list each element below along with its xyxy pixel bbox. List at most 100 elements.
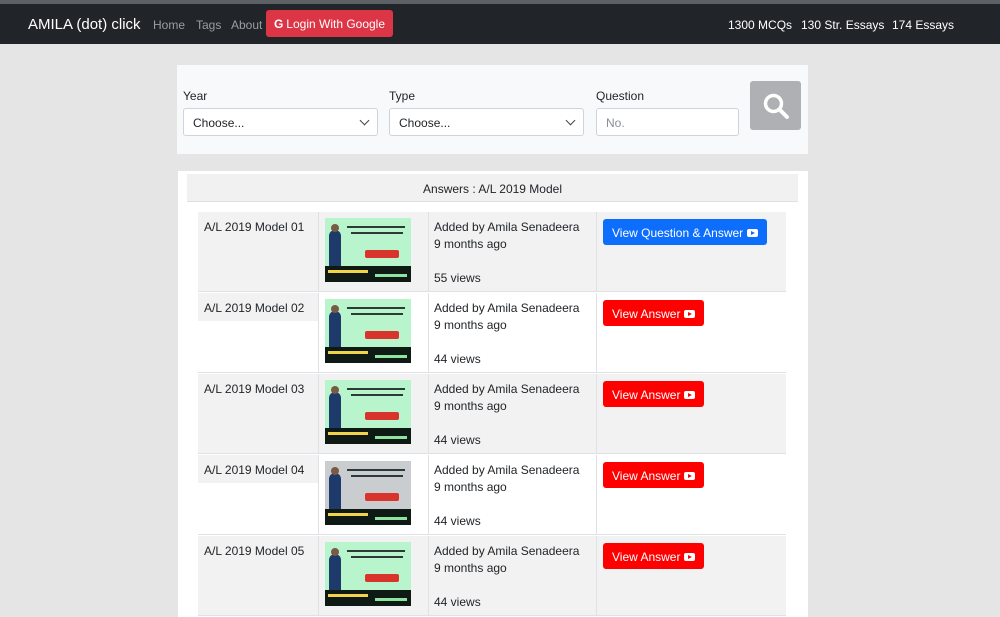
row-title-cell: A/L 2019 Model 04 [198,455,319,534]
added-by: Added by Amila Senadeera [434,220,580,234]
added-by: Added by Amila Senadeera [434,544,580,558]
thumbnail-caption [328,513,368,516]
thumbnail-text-line [351,394,403,396]
table-row: A/L 2019 Model 01 Added by Amila Senadeer… [198,212,786,292]
presenter-head [331,224,339,232]
thumbnail-text-line [347,388,405,390]
video-thumbnail[interactable] [325,542,411,606]
thumbnail-highlight [365,250,399,258]
added-by: Added by Amila Senadeera [434,301,580,315]
column-divider [428,374,429,453]
thumbnail-text-line [351,232,403,234]
row-title-cell: A/L 2019 Model 05 [198,536,319,615]
view-answer-button[interactable]: View Question & Answer [603,219,768,245]
question-number-input[interactable]: No. [596,108,739,136]
view-count: 44 views [434,433,481,447]
view-answer-label: View Question & Answer [612,226,744,240]
thumbnail-highlight [365,574,399,582]
video-thumbnail[interactable] [325,461,411,525]
thumbnail-highlight [365,412,399,420]
thumbnail-text-line [351,556,403,558]
thumbnail-caption [375,274,407,277]
chevron-down-icon [565,115,576,126]
video-thumbnail[interactable] [325,218,411,282]
thumbnail-text-line [347,469,405,471]
posted-age: 9 months ago [434,399,507,413]
youtube-icon [684,391,696,399]
column-divider [428,455,429,534]
row-title-cell: A/L 2019 Model 02 [198,293,319,372]
search-button[interactable] [750,81,801,130]
column-divider [596,293,597,372]
column-divider [318,293,319,372]
youtube-icon [684,553,696,561]
table-row: A/L 2019 Model 04 Added by Amila Senadeer… [198,455,786,535]
thumbnail-caption [328,270,368,273]
row-title: A/L 2019 Model 05 [204,544,305,558]
nav-link-tags[interactable]: Tags [196,18,221,32]
question-label: Question [596,89,645,103]
stat-structured-essays[interactable]: 130 Str. Essays [801,18,884,32]
search-icon [763,93,789,119]
column-divider [596,536,597,615]
view-answer-label: View Answer [612,550,681,564]
login-label: Login With Google [286,17,386,31]
thumbnail-highlight [365,331,399,339]
added-by: Added by Amila Senadeera [434,382,580,396]
thumbnail-text-line [351,475,403,477]
view-answer-button[interactable]: View Answer [603,300,705,326]
posted-age: 9 months ago [434,318,507,332]
view-answer-button[interactable]: View Answer [603,381,705,407]
column-divider [428,212,429,291]
view-answer-button[interactable]: View Answer [603,543,705,569]
youtube-icon [684,472,696,480]
thumbnail-text-line [351,313,403,315]
column-divider [318,212,319,291]
thumbnail-text-line [347,226,405,228]
posted-age: 9 months ago [434,561,507,575]
column-divider [318,536,319,615]
brand-logo[interactable]: AMILA (dot) click [28,16,141,33]
nav-link-home[interactable]: Home [153,18,185,32]
row-title: A/L 2019 Model 03 [204,382,305,396]
login-with-google-button[interactable]: G Login With Google [266,10,393,37]
year-select[interactable]: Choose... [183,108,378,136]
filter-panel: Year Choose... Type Choose... Question N… [177,65,808,154]
thumbnail-caption [375,355,407,358]
column-divider [318,455,319,534]
table-row: A/L 2019 Model 03 Added by Amila Senadeer… [198,374,786,454]
type-select[interactable]: Choose... [389,108,584,136]
presenter-head [331,548,339,556]
added-by: Added by Amila Senadeera [434,463,580,477]
answers-heading: Answers : A/L 2019 Model [187,174,798,202]
view-count: 44 views [434,595,481,609]
presenter-figure [329,311,341,347]
youtube-icon [684,310,696,318]
year-label: Year [183,89,208,103]
google-icon: G [273,17,284,31]
year-select-value: Choose... [193,116,245,130]
column-divider [428,293,429,372]
view-answer-label: View Answer [612,307,681,321]
presenter-figure [329,554,341,590]
youtube-icon [747,229,759,237]
stat-mcqs[interactable]: 1300 MCQs [728,18,792,32]
question-placeholder: No. [606,116,625,130]
video-thumbnail[interactable] [325,299,411,363]
row-title-cell: A/L 2019 Model 03 [198,374,319,453]
stat-essays[interactable]: 174 Essays [892,18,954,32]
row-title: A/L 2019 Model 04 [204,463,305,477]
view-answer-button[interactable]: View Answer [603,462,705,488]
thumbnail-caption [375,517,407,520]
column-divider [596,212,597,291]
chevron-down-icon [359,115,370,126]
nav-link-about[interactable]: About [231,18,262,32]
row-title: A/L 2019 Model 02 [204,301,305,315]
thumbnail-text-line [347,307,405,309]
type-label: Type [389,89,416,103]
row-title-cell: A/L 2019 Model 01 [198,212,319,291]
row-title: A/L 2019 Model 01 [204,220,305,234]
video-thumbnail[interactable] [325,380,411,444]
posted-age: 9 months ago [434,237,507,251]
presenter-figure [329,473,341,509]
